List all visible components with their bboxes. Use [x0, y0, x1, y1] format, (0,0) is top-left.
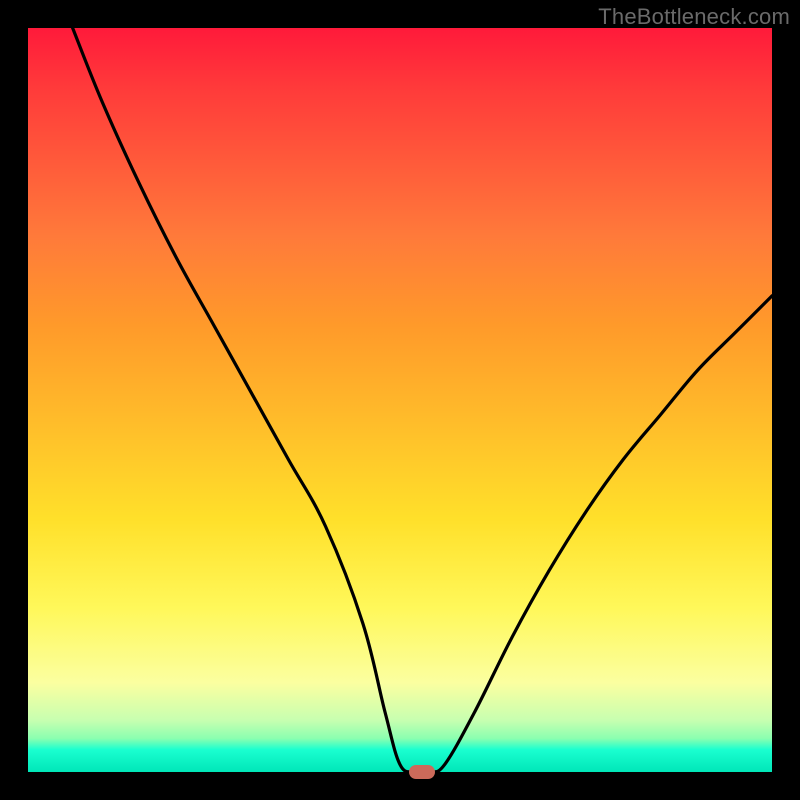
bottleneck-curve [28, 28, 772, 772]
optimal-point-marker [409, 765, 435, 779]
plot-area [28, 28, 772, 772]
chart-frame: TheBottleneck.com [0, 0, 800, 800]
watermark-text: TheBottleneck.com [598, 4, 790, 30]
